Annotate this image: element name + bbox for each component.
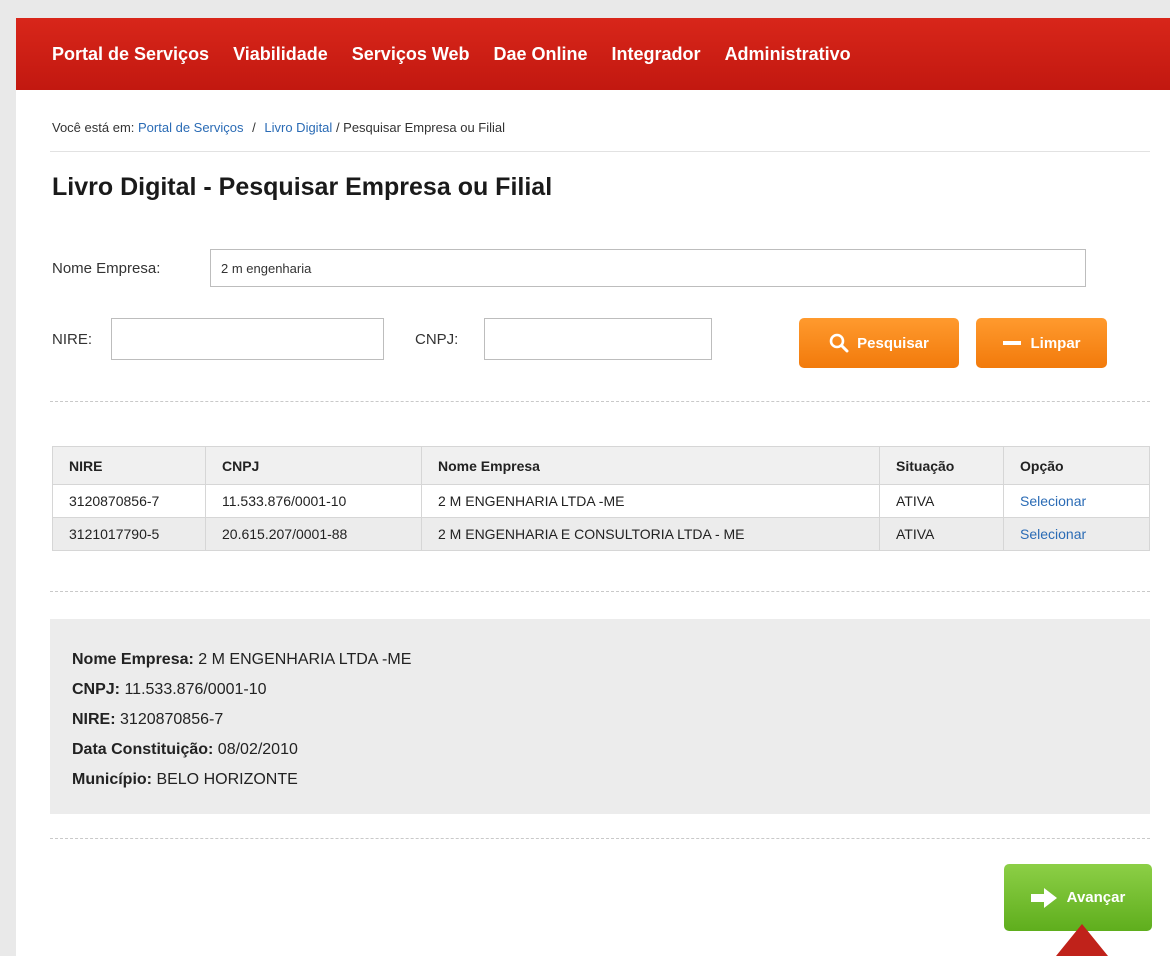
nav-administrativo[interactable]: Administrativo xyxy=(725,44,851,65)
col-opcao: Opção xyxy=(1003,446,1150,485)
nire-input[interactable] xyxy=(111,318,384,360)
breadcrumb: Você está em: Portal de Serviços / Livro… xyxy=(52,120,505,135)
table-header-row: NIRE CNPJ Nome Empresa Situação Opção xyxy=(52,446,1150,485)
cnpj-label: CNPJ: xyxy=(415,331,459,348)
pointer-arrow-icon xyxy=(1056,924,1108,956)
limpar-button[interactable]: Limpar xyxy=(976,318,1107,368)
detail-nire: NIRE: 3120870856-7 xyxy=(72,711,224,728)
cnpj-input[interactable] xyxy=(484,318,712,360)
cell-cnpj: 11.533.876/0001-10 xyxy=(205,484,422,518)
search-icon xyxy=(829,333,849,353)
col-nire: NIRE xyxy=(52,446,206,485)
top-nav: Portal de Serviços Viabilidade Serviços … xyxy=(16,18,1170,90)
divider-dashed xyxy=(50,591,1150,592)
breadcrumb-current: / Pesquisar Empresa ou Filial xyxy=(335,120,506,135)
cell-cnpj: 20.615.207/0001-88 xyxy=(205,517,422,551)
breadcrumb-link-livro-digital[interactable]: Livro Digital xyxy=(264,120,332,135)
nav-portal-servicos[interactable]: Portal de Serviços xyxy=(52,44,209,65)
col-cnpj: CNPJ xyxy=(205,446,422,485)
page-container: Portal de Serviços Viabilidade Serviços … xyxy=(16,18,1170,956)
selecionar-link[interactable]: Selecionar xyxy=(1003,517,1150,551)
avancar-button[interactable]: Avançar xyxy=(1004,864,1152,931)
breadcrumb-link-portal[interactable]: Portal de Serviços xyxy=(138,120,244,135)
results-table: NIRE CNPJ Nome Empresa Situação Opção 31… xyxy=(52,446,1150,551)
page-title: Livro Digital - Pesquisar Empresa ou Fil… xyxy=(52,173,553,201)
pesquisar-button[interactable]: Pesquisar xyxy=(799,318,959,368)
breadcrumb-divider xyxy=(50,151,1150,152)
detail-municipio: Município: BELO HORIZONTE xyxy=(72,771,298,788)
table-row: 3120870856-7 11.533.876/0001-10 2 M ENGE… xyxy=(52,484,1150,518)
breadcrumb-separator: / xyxy=(252,120,256,135)
selecionar-link[interactable]: Selecionar xyxy=(1003,484,1150,518)
nav-servicos-web[interactable]: Serviços Web xyxy=(352,44,470,65)
company-details-panel: Nome Empresa: 2 M ENGENHARIA LTDA -ME CN… xyxy=(50,619,1150,814)
cell-nire: 3121017790-5 xyxy=(52,517,206,551)
arrow-right-icon xyxy=(1030,887,1057,908)
limpar-label: Limpar xyxy=(1030,334,1081,352)
avancar-label: Avançar xyxy=(1066,889,1126,906)
nav-viabilidade[interactable]: Viabilidade xyxy=(233,44,328,65)
col-situacao: Situação xyxy=(879,446,1004,485)
detail-nome-empresa: Nome Empresa: 2 M ENGENHARIA LTDA -ME xyxy=(72,651,412,668)
nav-dae-online[interactable]: Dae Online xyxy=(494,44,588,65)
cell-nome-empresa: 2 M ENGENHARIA LTDA -ME xyxy=(421,484,880,518)
divider-dashed xyxy=(50,838,1150,839)
pesquisar-label: Pesquisar xyxy=(857,334,929,352)
detail-cnpj: CNPJ: 11.533.876/0001-10 xyxy=(72,681,267,698)
nire-label: NIRE: xyxy=(52,331,93,348)
detail-data-constituicao: Data Constituição: 08/02/2010 xyxy=(72,741,298,758)
cell-nome-empresa: 2 M ENGENHARIA E CONSULTORIA LTDA - ME xyxy=(421,517,880,551)
nome-empresa-label: Nome Empresa: xyxy=(52,260,161,277)
nome-empresa-input[interactable] xyxy=(210,249,1086,287)
divider-dashed xyxy=(50,401,1150,402)
col-nome-empresa: Nome Empresa xyxy=(421,446,880,485)
table-row: 3121017790-5 20.615.207/0001-88 2 M ENGE… xyxy=(52,517,1150,551)
cell-nire: 3120870856-7 xyxy=(52,484,206,518)
cell-situacao: ATIVA xyxy=(879,484,1004,518)
cell-situacao: ATIVA xyxy=(879,517,1004,551)
minus-icon xyxy=(1003,341,1022,345)
nav-integrador[interactable]: Integrador xyxy=(612,44,701,65)
breadcrumb-prefix: Você está em: xyxy=(52,120,135,135)
